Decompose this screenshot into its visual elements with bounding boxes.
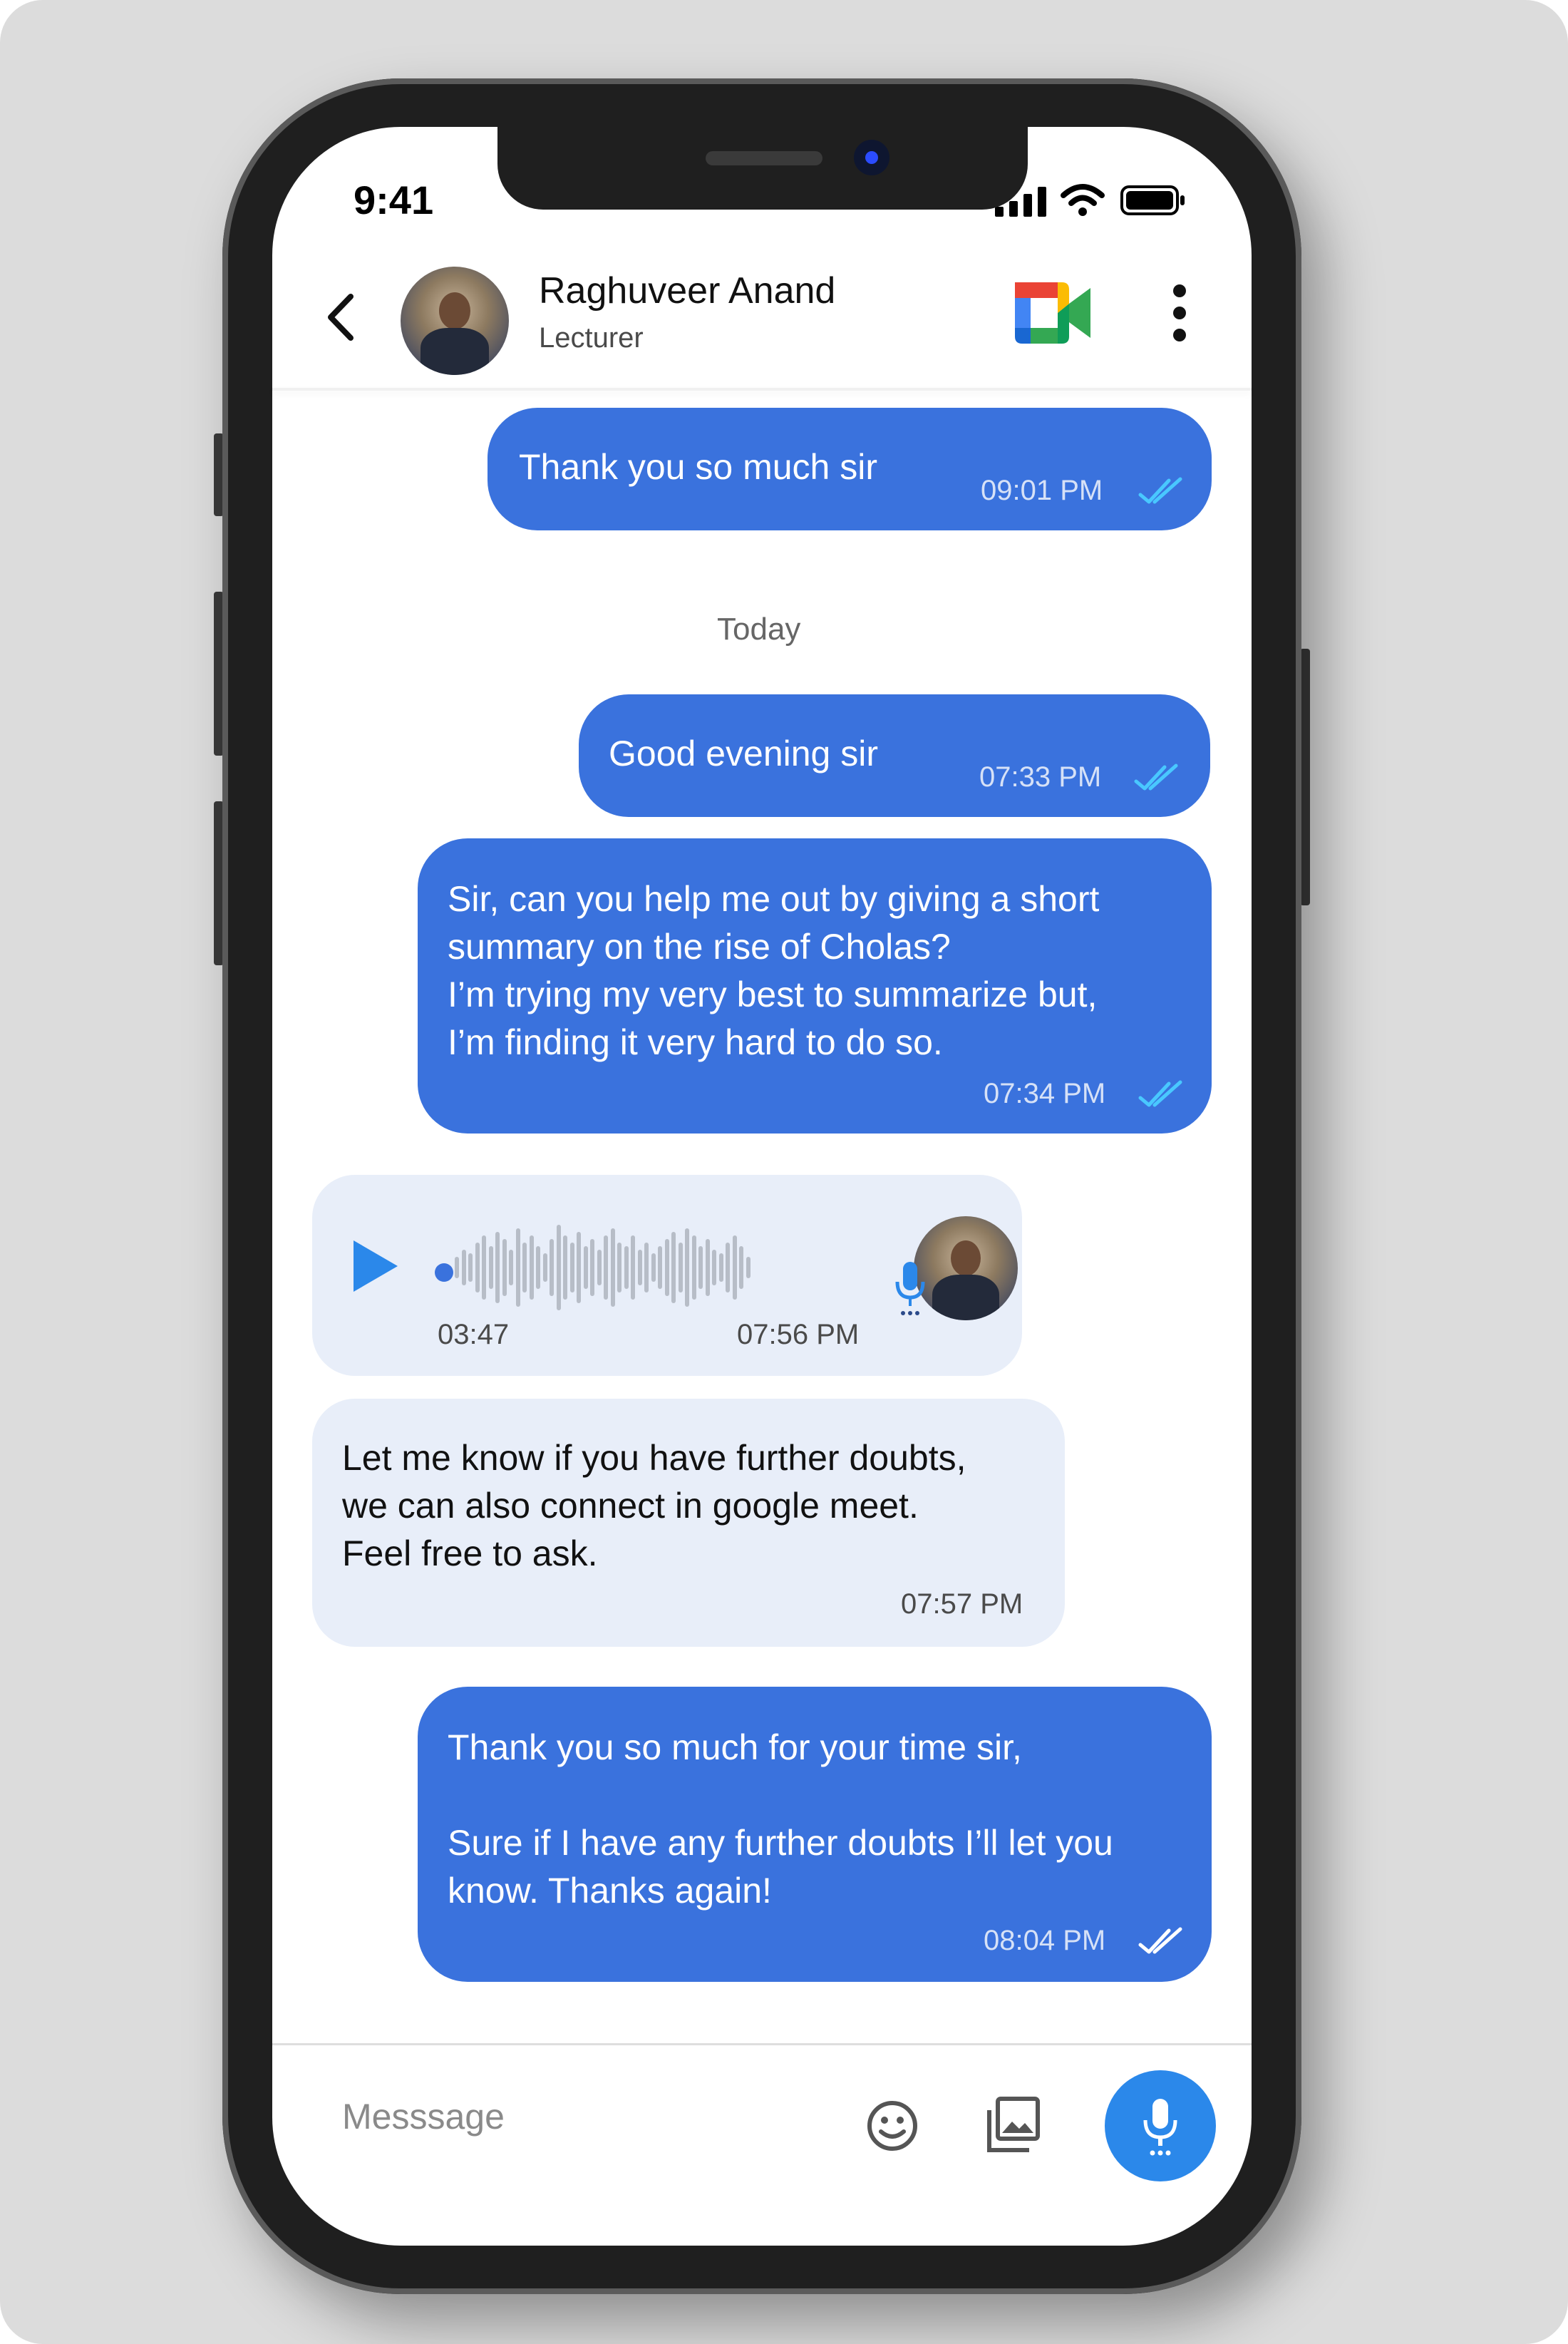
waveform-bar — [550, 1239, 554, 1296]
contact-role: Lecturer — [539, 322, 644, 354]
waveform-bar — [583, 1246, 588, 1289]
voice-record-button[interactable] — [1105, 2070, 1216, 2181]
waveform-bar — [569, 1243, 574, 1292]
front-camera — [854, 140, 889, 175]
notch — [497, 127, 1028, 210]
waveform-bar — [536, 1246, 540, 1289]
battery-icon — [1120, 184, 1186, 220]
waveform-bar — [658, 1246, 662, 1289]
waveform-bar — [726, 1243, 730, 1292]
waveform-bar — [671, 1232, 676, 1303]
play-button[interactable] — [351, 1238, 401, 1298]
waveform-bar — [691, 1235, 696, 1300]
waveform-bar — [455, 1257, 459, 1278]
audio-waveform[interactable] — [455, 1218, 754, 1317]
waveform-bar — [746, 1257, 751, 1278]
waveform-bar — [522, 1243, 527, 1292]
waveform-bar — [732, 1235, 737, 1300]
message-time: 07:56 PM — [737, 1319, 860, 1350]
gallery-button[interactable] — [986, 2096, 1041, 2157]
outgoing-message[interactable]: Thank you so much sir 09:01 PM — [488, 408, 1212, 530]
waveform-bar — [698, 1246, 703, 1289]
more-options-button[interactable] — [1169, 284, 1190, 346]
status-time: 9:41 — [354, 178, 434, 222]
read-receipt-icon — [1138, 1080, 1182, 1107]
waveform-bar — [509, 1250, 513, 1285]
waveform-bar — [590, 1239, 594, 1296]
message-time: 07:34 PM — [984, 1078, 1106, 1109]
waveform-bar — [739, 1246, 743, 1289]
composer-divider — [272, 2043, 1252, 2045]
waveform-bar — [468, 1253, 473, 1282]
back-button[interactable] — [324, 292, 359, 346]
waveform-bar — [515, 1228, 520, 1307]
emoji-button[interactable] — [865, 2099, 919, 2157]
waveform-bar — [556, 1225, 561, 1310]
waveform-bar — [624, 1246, 629, 1289]
date-divider: Today — [717, 612, 801, 647]
emoji-icon — [867, 2101, 917, 2151]
outgoing-message[interactable]: Sir, can you help me out by giving a sho… — [418, 838, 1212, 1134]
outgoing-message[interactable]: Thank you so much for your time sir, Sur… — [418, 1687, 1212, 1982]
microphone-icon — [895, 1262, 925, 1315]
outgoing-message[interactable]: Good evening sir 07:33 PM — [579, 694, 1210, 817]
waveform-bar — [604, 1235, 608, 1300]
playback-position-dot[interactable] — [435, 1263, 453, 1282]
message-text: Thank you so much for your time sir, Sur… — [448, 1727, 1113, 1911]
waveform-bar — [712, 1250, 716, 1285]
wifi-icon — [1061, 184, 1105, 220]
waveform-bar — [577, 1232, 581, 1303]
waveform-bar — [705, 1239, 710, 1296]
message-text: Let me know if you have further doubts, … — [342, 1438, 966, 1573]
voice-duration: 03:47 — [438, 1319, 510, 1350]
waveform-bar — [651, 1253, 656, 1282]
google-meet-icon — [1015, 282, 1090, 344]
waveform-bar — [617, 1243, 621, 1292]
waveform-bar — [502, 1239, 507, 1296]
waveform-bar — [678, 1243, 683, 1292]
contact-avatar[interactable] — [401, 267, 509, 375]
waveform-bar — [488, 1246, 493, 1289]
waveform-bar — [631, 1235, 635, 1300]
message-text: Good evening sir — [609, 734, 879, 773]
power-button — [1300, 649, 1310, 905]
waveform-bar — [685, 1228, 689, 1307]
read-receipt-icon — [1138, 477, 1182, 504]
message-time: 08:04 PM — [984, 1925, 1106, 1956]
video-call-button[interactable] — [1015, 282, 1090, 347]
waveform-bar — [529, 1235, 534, 1300]
incoming-message[interactable]: Let me know if you have further doubts, … — [312, 1399, 1065, 1647]
contact-name[interactable]: Raghuveer Anand — [539, 269, 835, 312]
waveform-bar — [461, 1250, 466, 1285]
read-receipt-icon — [1138, 1927, 1182, 1954]
message-time: 07:57 PM — [901, 1588, 1023, 1620]
microphone-icon — [1143, 2099, 1177, 2156]
waveform-bar — [495, 1232, 500, 1303]
incoming-voice-message[interactable]: 03:47 07:56 PM — [312, 1175, 1022, 1376]
waveform-bar — [563, 1235, 567, 1300]
waveform-bar — [644, 1243, 649, 1292]
sender-avatar — [914, 1216, 1018, 1320]
read-receipt-icon — [1134, 764, 1178, 791]
waveform-bar — [542, 1253, 547, 1282]
waveform-bar — [610, 1228, 615, 1307]
waveform-bar — [597, 1250, 602, 1285]
earpiece — [706, 151, 822, 165]
message-time: 07:33 PM — [979, 761, 1102, 793]
waveform-bar — [718, 1253, 723, 1282]
header-divider — [272, 388, 1252, 391]
waveform-bar — [637, 1250, 642, 1285]
message-text: Thank you so much sir — [519, 447, 877, 487]
waveform-bar — [475, 1243, 480, 1292]
play-icon — [354, 1240, 398, 1292]
chevron-left-icon — [328, 294, 354, 341]
message-input[interactable]: Messsage — [342, 2096, 505, 2137]
waveform-bar — [664, 1239, 669, 1296]
message-text: Sir, can you help me out by giving a sho… — [448, 879, 1100, 1062]
gallery-icon — [987, 2097, 1040, 2152]
more-vertical-icon — [1173, 284, 1186, 341]
waveform-bar — [482, 1235, 486, 1300]
message-time: 09:01 PM — [981, 475, 1103, 506]
